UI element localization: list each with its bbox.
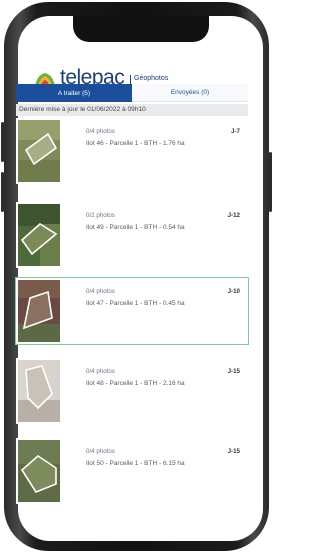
parcel-label: Ilot 47 - Parcelle 1 - BTH - 0.45 ha xyxy=(86,300,185,307)
parcel-aerial-image xyxy=(18,360,60,422)
list-item[interactable]: 0/4 photos Ilot 47 - Parcelle 1 - BTH - … xyxy=(15,277,249,345)
list-item[interactable]: 0/4 photos Ilot 46 - Parcelle 1 - BTH - … xyxy=(16,118,248,184)
tab-sent[interactable]: Envoyées (0) xyxy=(132,84,248,102)
photo-count: 0/4 photos xyxy=(86,368,115,375)
parcel-label: Ilot 48 - Parcelle 1 - BTH - 2.16 ha xyxy=(86,380,185,387)
app-subtitle: Géophotos xyxy=(134,75,169,82)
deadline-badge: J-10 xyxy=(227,288,240,295)
parcel-aerial-image xyxy=(18,120,60,182)
tab-to-process[interactable]: A traiter (5) xyxy=(16,84,132,102)
parcel-aerial-image xyxy=(18,280,60,342)
photo-count: 0/4 photos xyxy=(86,128,115,135)
deadline-badge: J-15 xyxy=(227,368,240,375)
parcel-label: Ilot 46 - Parcelle 1 - BTH - 1.76 ha xyxy=(86,140,185,147)
list-item[interactable]: 0/2 photos Ilot 49 - Parcelle 1 - BTH - … xyxy=(16,202,248,268)
photo-count: 0/2 photos xyxy=(86,212,115,219)
deadline-badge: J-7 xyxy=(231,128,240,135)
tab-bar: A traiter (5) Envoyées (0) xyxy=(16,84,248,102)
parcel-aerial-image xyxy=(18,440,60,502)
parcel-aerial-image xyxy=(18,204,60,266)
photo-count: 0/4 photos xyxy=(86,448,115,455)
side-button xyxy=(1,122,4,162)
parcel-label: Ilot 50 - Parcelle 1 - BTH - 6.15 ha xyxy=(86,460,185,467)
notch xyxy=(73,16,209,42)
last-update-text: Dernière mise à jour le 01/06/2022 à 09h… xyxy=(16,104,248,116)
list-item[interactable]: 0/4 photos Ilot 50 - Parcelle 1 - BTH - … xyxy=(16,438,248,504)
side-button xyxy=(1,172,4,212)
deadline-badge: J-12 xyxy=(227,212,240,219)
parcel-label: Ilot 49 - Parcelle 1 - BTH - 0.54 ha xyxy=(86,224,185,231)
list-item[interactable]: 0/4 photos Ilot 48 - Parcelle 1 - BTH - … xyxy=(16,358,248,424)
power-button xyxy=(269,152,272,212)
deadline-badge: J-15 xyxy=(227,448,240,455)
photo-count: 0/4 photos xyxy=(86,288,115,295)
